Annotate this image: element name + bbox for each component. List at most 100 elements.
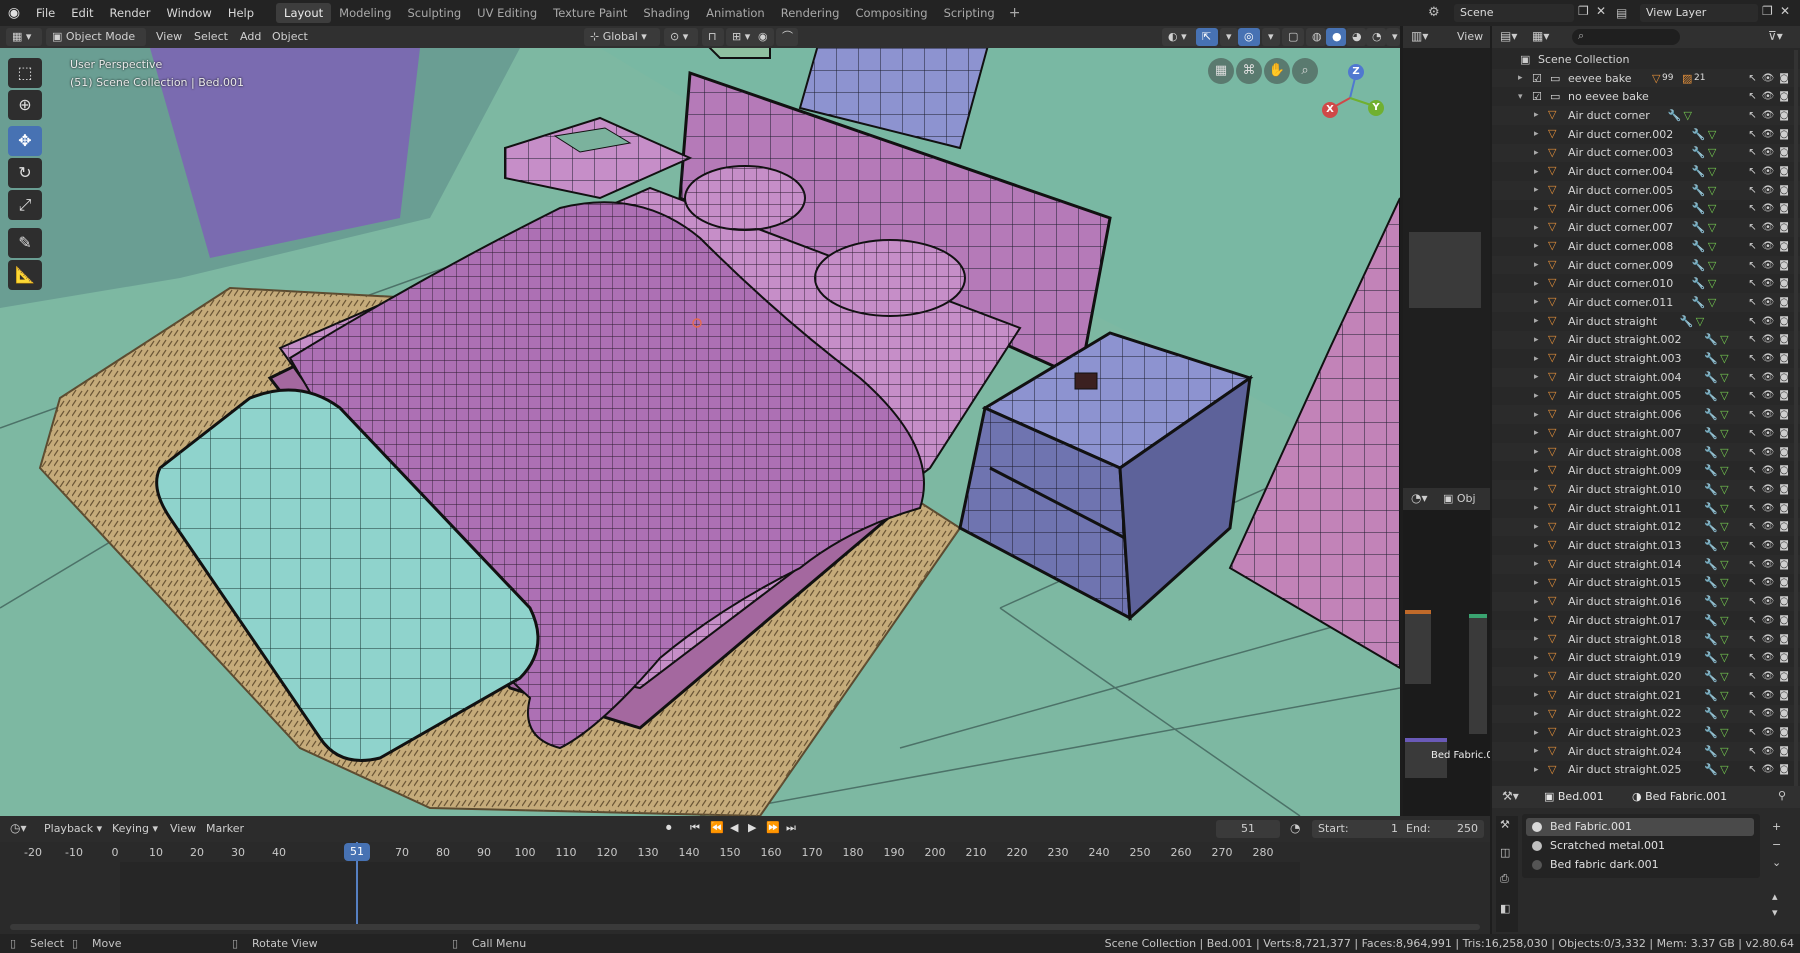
outliner-object-row[interactable]: ▸ ▽ Air duct corner.008 🔧 ▽ ↖👁◙ bbox=[1492, 237, 1800, 256]
modifier-icon[interactable]: 🔧 bbox=[1704, 614, 1718, 627]
overlay-toggle-icon[interactable]: ◎ bbox=[1238, 28, 1260, 46]
play-reverse-icon[interactable]: ◀ bbox=[730, 821, 738, 834]
jump-keyframe-forward-icon[interactable]: ⏩ bbox=[766, 821, 780, 834]
row-visibility-icons[interactable]: ↖👁◙ bbox=[1748, 222, 1794, 233]
expand-icon[interactable]: ▸ bbox=[1518, 73, 1523, 83]
expand-icon[interactable]: ▸ bbox=[1534, 185, 1539, 195]
mesh-data-icon[interactable]: ▽ bbox=[1720, 352, 1728, 365]
pan-icon[interactable]: ✋ bbox=[1264, 58, 1290, 84]
row-visibility-icons[interactable]: ↖👁◙ bbox=[1748, 334, 1794, 345]
outliner-object-row[interactable]: ▸ ▽ Air duct corner 🔧 ▽ ↖👁◙ bbox=[1492, 106, 1800, 125]
modifier-icon[interactable]: 🔧 bbox=[1704, 520, 1718, 533]
outliner-object-row[interactable]: ▸ ▽ Air duct straight.014 🔧 ▽ ↖👁◙ bbox=[1492, 554, 1800, 574]
material-slot-3[interactable]: Bed fabric dark.001 bbox=[1526, 856, 1754, 874]
expand-icon[interactable]: ▸ bbox=[1534, 728, 1539, 738]
mesh-data-icon[interactable]: ▽ bbox=[1720, 595, 1728, 608]
expand-icon[interactable]: ▸ bbox=[1534, 559, 1539, 569]
expand-icon[interactable]: ▸ bbox=[1534, 372, 1539, 382]
view-layer-icon[interactable]: ▤ bbox=[1616, 3, 1630, 23]
zoom-icon[interactable]: ⌕ bbox=[1292, 58, 1318, 84]
output-tab-icon[interactable]: ⎙ bbox=[1500, 872, 1509, 886]
3d-viewport[interactable]: ⬚ ⊕ ✥ ↻ ⤢ ✎ 📐 User Perspective (51) Scen… bbox=[0, 48, 1400, 816]
mesh-data-icon[interactable]: ▽ bbox=[1720, 483, 1728, 496]
expand-icon[interactable]: ▸ bbox=[1534, 503, 1539, 513]
mesh-data-icon[interactable]: ▽ bbox=[1684, 109, 1692, 122]
row-visibility-icons[interactable]: ↖👁◙ bbox=[1748, 764, 1794, 775]
expand-icon[interactable]: ▸ bbox=[1534, 354, 1539, 364]
mesh-data-icon[interactable]: ▽ bbox=[1720, 539, 1728, 552]
breadcrumb-material[interactable]: ◑ Bed Fabric.001 bbox=[1632, 790, 1727, 803]
play-icon[interactable]: ▶ bbox=[748, 821, 756, 834]
gizmo-dropdown-icon[interactable]: ▾ bbox=[1220, 28, 1238, 46]
tab-uv-editing[interactable]: UV Editing bbox=[469, 3, 545, 23]
node-canvas[interactable]: Bed Fabric.0 bbox=[1403, 510, 1490, 816]
new-view-layer-icon[interactable]: ❐ bbox=[1762, 4, 1776, 22]
mode-selector[interactable]: ▣ Object Mode ▾ bbox=[46, 28, 146, 61]
jump-start-icon[interactable]: ⏮ bbox=[690, 821, 700, 835]
outliner-search-input[interactable]: ⌕ bbox=[1572, 29, 1680, 45]
mesh-data-icon[interactable]: ▽ bbox=[1720, 689, 1728, 702]
tool-tab-icon[interactable]: ⚒ bbox=[1500, 818, 1510, 831]
outliner-object-row[interactable]: ▸ ▽ Air duct corner.009 🔧 ▽ ↖👁◙ bbox=[1492, 255, 1800, 275]
outliner-object-row[interactable]: ▸ ▽ Air duct straight.012 🔧 ▽ ↖👁◙ bbox=[1492, 517, 1800, 537]
annotate-tool-icon[interactable]: ✎ bbox=[8, 228, 42, 258]
exclude-checkbox[interactable]: ☑ bbox=[1532, 90, 1542, 103]
outliner-object-row[interactable]: ▸ ▽ Air duct straight.002 🔧 ▽ ↖👁◙ bbox=[1492, 330, 1800, 350]
camera-view-icon[interactable]: ▦ bbox=[1208, 58, 1234, 84]
expand-icon[interactable]: ▸ bbox=[1534, 391, 1539, 401]
row-visibility-icons[interactable]: ↖👁◙ bbox=[1748, 260, 1794, 271]
display-mode-icon[interactable]: ▦▾ bbox=[1532, 29, 1549, 43]
row-visibility-icons[interactable]: ↖👁◙ bbox=[1748, 465, 1794, 476]
mesh-data-icon[interactable]: ▽ bbox=[1720, 763, 1728, 776]
tab-animation[interactable]: Animation bbox=[698, 3, 773, 23]
menu-help[interactable]: Help bbox=[220, 0, 262, 26]
modifier-icon[interactable]: 🔧 bbox=[1704, 502, 1718, 515]
jump-keyframe-back-icon[interactable]: ⏪ bbox=[710, 821, 724, 834]
row-visibility-icons[interactable]: ↖👁◙ bbox=[1748, 503, 1794, 514]
row-visibility-icons[interactable]: ↖👁◙ bbox=[1748, 671, 1794, 682]
expand-icon[interactable]: ▸ bbox=[1534, 671, 1539, 681]
outliner-object-row[interactable]: ▸ ▽ Air duct straight.004 🔧 ▽ ↖👁◙ bbox=[1492, 367, 1800, 387]
menu-file[interactable]: File bbox=[28, 0, 63, 26]
row-visibility-icons[interactable]: ↖👁◙ bbox=[1748, 708, 1794, 719]
modifier-icon[interactable]: 🔧 bbox=[1704, 464, 1718, 477]
expand-icon[interactable]: ▸ bbox=[1534, 634, 1539, 644]
modifier-icon[interactable]: 🔧 bbox=[1692, 277, 1706, 290]
collection-eevee-bake[interactable]: ▸ ☑ ▭ eevee bake ▽ 99 ▨ 21 ↖👁◙ bbox=[1492, 68, 1800, 88]
perspective-toggle-icon[interactable]: ⌘ bbox=[1236, 58, 1262, 84]
row-visibility-icons[interactable]: ↖👁◙ bbox=[1748, 203, 1794, 214]
mesh-data-icon[interactable]: ▽ bbox=[1720, 502, 1728, 515]
row-visibility-icons[interactable]: ↖👁◙ bbox=[1748, 409, 1794, 420]
collapse-icon[interactable]: ▾ bbox=[1518, 92, 1523, 102]
pivot-point-icon[interactable]: ⊙ ▾ bbox=[664, 28, 698, 46]
render-tab-icon[interactable]: ◫ bbox=[1500, 846, 1510, 859]
row-visibility-icons[interactable]: ↖👁◙ bbox=[1748, 110, 1794, 121]
select-box-tool-icon[interactable]: ⬚ bbox=[8, 58, 42, 88]
expand-icon[interactable]: ▸ bbox=[1534, 541, 1539, 551]
modifier-icon[interactable]: 🔧 bbox=[1704, 352, 1718, 365]
row-visibility-icons[interactable]: ↖👁◙ bbox=[1748, 690, 1794, 701]
row-visibility-icons[interactable]: ↖👁◙ bbox=[1748, 166, 1794, 177]
modifier-icon[interactable]: 🔧 bbox=[1704, 389, 1718, 402]
outliner-object-row[interactable]: ▸ ▽ Air duct straight.005 🔧 ▽ ↖👁◙ bbox=[1492, 387, 1800, 406]
mesh-data-icon[interactable]: ▽ bbox=[1720, 651, 1728, 664]
menu-marker[interactable]: Marker bbox=[206, 822, 244, 835]
menu-view[interactable]: View bbox=[170, 822, 196, 835]
mesh-data-icon[interactable]: ▽ bbox=[1720, 614, 1728, 627]
expand-icon[interactable]: ▸ bbox=[1534, 110, 1539, 120]
row-visibility-icons[interactable]: ↖👁◙ bbox=[1748, 185, 1794, 196]
mesh-data-icon[interactable]: ▽ bbox=[1720, 745, 1728, 758]
menu-object[interactable]: Object bbox=[266, 28, 314, 46]
xray-icon[interactable]: ▢ bbox=[1282, 28, 1304, 46]
expand-icon[interactable]: ▸ bbox=[1534, 148, 1539, 158]
exclude-checkbox[interactable]: ☑ bbox=[1532, 72, 1542, 85]
pin-icon[interactable]: ⚲ bbox=[1778, 789, 1786, 802]
row-visibility-icons[interactable]: ↖👁◙ bbox=[1748, 615, 1794, 626]
mesh-data-icon[interactable]: ▽ bbox=[1720, 576, 1728, 589]
image-canvas[interactable] bbox=[1409, 232, 1481, 308]
modifier-icon[interactable]: 🔧 bbox=[1692, 184, 1706, 197]
timeline-scrollbar[interactable] bbox=[10, 924, 1480, 930]
outliner-object-row[interactable]: ▸ ▽ Air duct straight.024 🔧 ▽ ↖👁◙ bbox=[1492, 741, 1800, 761]
expand-icon[interactable]: ▸ bbox=[1534, 260, 1539, 270]
row-visibility-icons[interactable]: ↖👁◙ bbox=[1748, 390, 1794, 401]
